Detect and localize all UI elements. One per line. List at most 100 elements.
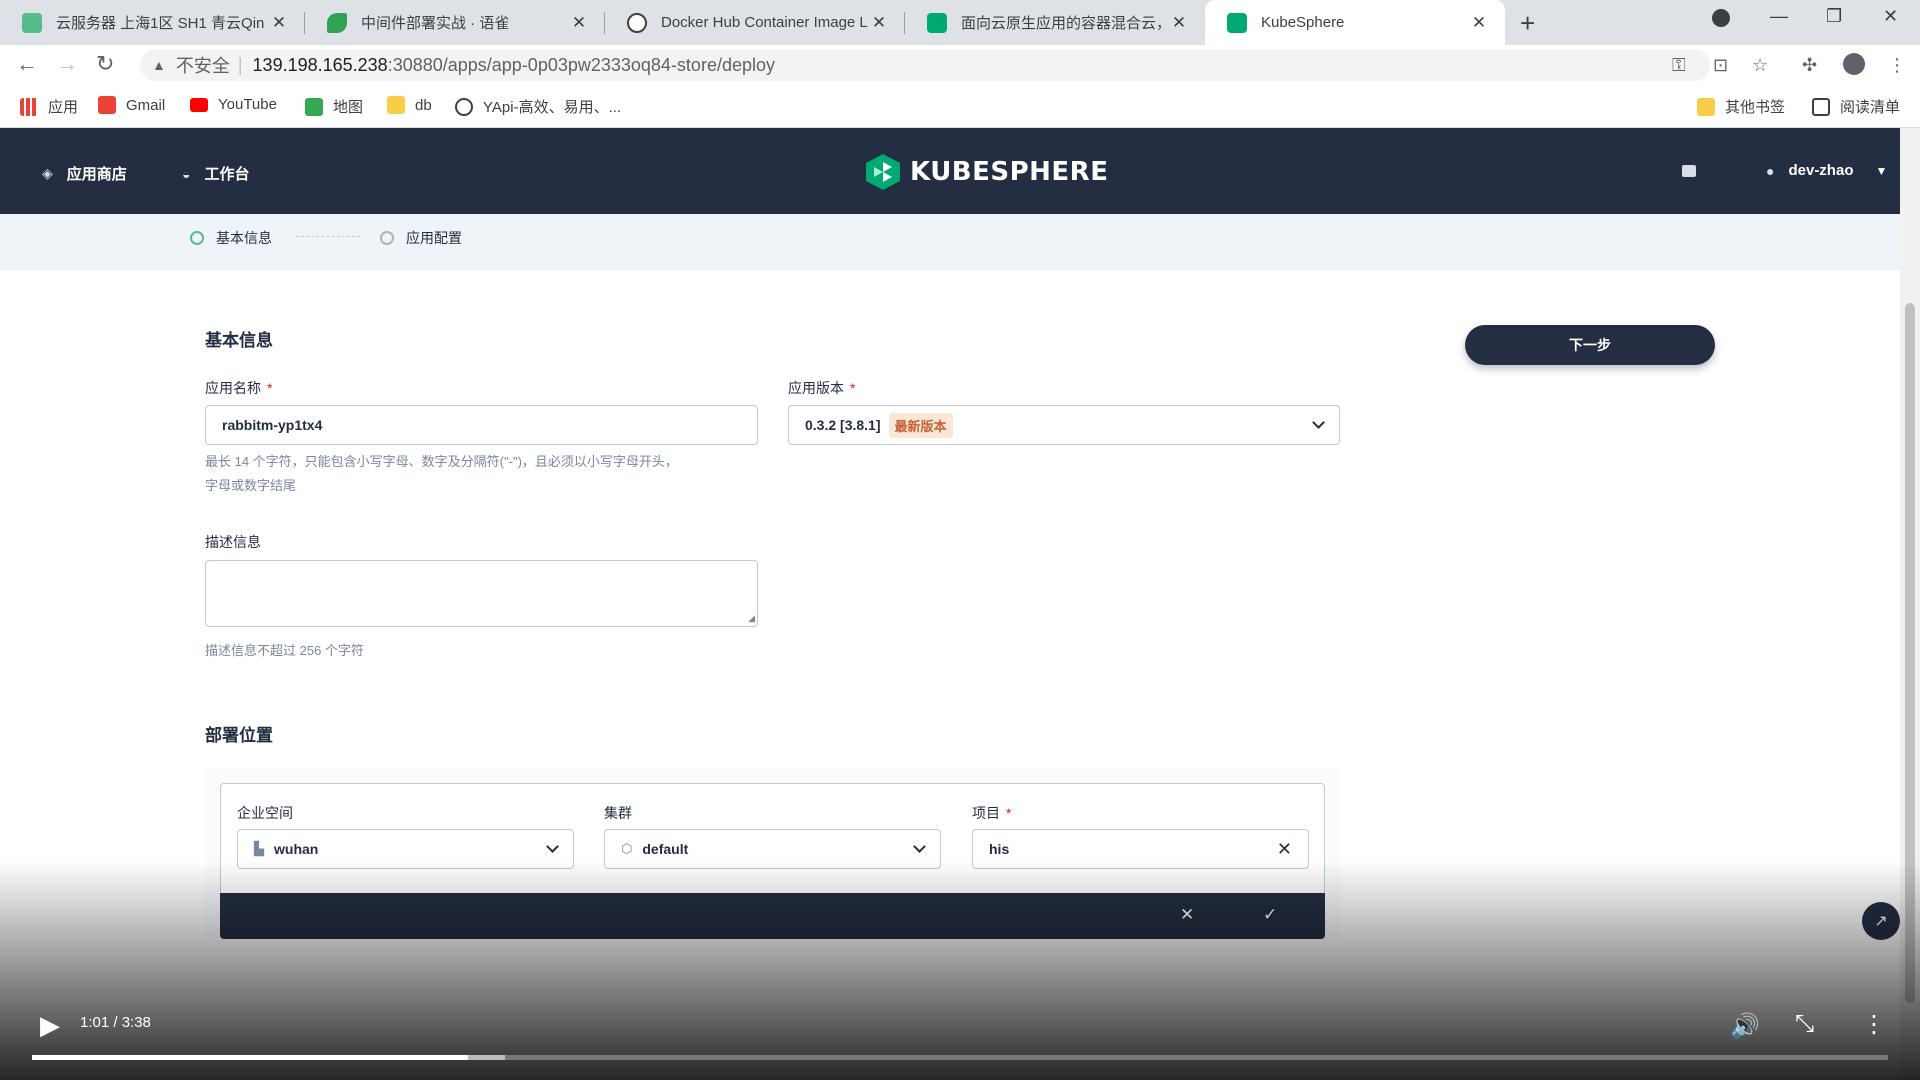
version-select[interactable]: 0.3.2 [3.8.1] 最新版本 <box>788 405 1340 445</box>
bookmark-gmail[interactable]: Gmail <box>98 96 165 114</box>
close-window-icon[interactable]: ✕ <box>1883 6 1898 27</box>
description-label: 描述信息 <box>205 534 261 550</box>
bookmark-youtube[interactable]: YouTube <box>190 96 277 113</box>
tab-title: KubeSphere <box>1261 14 1345 31</box>
browser-tab-4[interactable]: 面向云原生应用的容器混合云，支 ✕ <box>905 0 1205 45</box>
address-bar-row: ← → ↻ ▲ 不安全 | 139.198.165.238 :30880/app… <box>0 45 1920 85</box>
bookmark-yapi[interactable]: YApi-高效、易用、... <box>455 96 621 117</box>
user-avatar-icon: ● <box>1766 162 1775 179</box>
bookmark-star-icon[interactable]: ☆ <box>1752 55 1768 76</box>
exit-fullscreen-icon[interactable]: ⤡ <box>1795 1010 1814 1038</box>
description-textarea[interactable]: ◢ <box>205 560 758 627</box>
apps-grid-icon <box>20 97 38 116</box>
youtube-icon <box>190 97 208 112</box>
browser-tab-bar: 云服务器 上海1区 SH1 青云Qin ✕ 中间件部署实战 · 语雀 ✕ Doc… <box>0 0 1920 45</box>
back-icon[interactable]: ← <box>16 51 38 77</box>
latest-version-badge: 最新版本 <box>888 412 953 438</box>
kubesphere-favicon-icon <box>1227 12 1247 33</box>
browser-menu-icon[interactable]: ⋮ <box>1888 55 1906 76</box>
gmail-icon <box>98 96 116 114</box>
step-circle-icon <box>380 231 394 245</box>
docker-favicon-icon <box>627 12 647 33</box>
section-title-deploy-location: 部署位置 <box>205 726 273 745</box>
step-basic-info[interactable]: 基本信息 <box>190 228 272 248</box>
app-name-label: 应用名称 * <box>205 380 273 396</box>
reload-icon[interactable]: ↻ <box>96 51 114 77</box>
new-tab-icon[interactable]: + <box>1520 8 1535 39</box>
video-progress-bar[interactable] <box>32 1055 1888 1060</box>
restore-icon[interactable]: ❐ <box>1826 6 1842 27</box>
nav-app-store[interactable]: ◈ 应用商店 <box>42 163 127 184</box>
close-tab-icon[interactable]: ✕ <box>569 13 589 33</box>
nav-workbench[interactable]: ◒ 工作台 <box>182 163 249 184</box>
workspace-icon: ▙ <box>254 841 264 856</box>
maps-icon <box>305 97 323 116</box>
tab-title: 中间件部署实战 · 语雀 <box>361 15 510 32</box>
user-menu[interactable]: ● dev-zhao ▼ <box>1766 162 1887 179</box>
next-button[interactable]: 下一步 <box>1465 325 1715 365</box>
video-played <box>32 1055 469 1060</box>
folder-icon <box>1697 97 1715 116</box>
step-divider <box>296 236 360 237</box>
url-path: :30880/apps/app-0p03pw2333oq84-store/dep… <box>387 54 775 75</box>
close-tab-icon[interactable]: ✕ <box>869 13 889 33</box>
username: dev-zhao <box>1788 162 1854 179</box>
extensions-icon[interactable]: ✣ <box>1802 55 1817 76</box>
key-icon[interactable]: ⚿ <box>1672 55 1686 76</box>
logo-text: KUBESPHERE <box>910 157 1109 187</box>
bookmark-apps[interactable]: 应用 <box>20 96 78 117</box>
bookmark-maps[interactable]: 地图 <box>305 96 363 117</box>
tab-title: Docker Hub Container Image L <box>661 14 868 31</box>
bookmark-other[interactable]: 其他书签 <box>1697 96 1785 117</box>
url-field[interactable]: ▲ 不安全 | 139.198.165.238 :30880/apps/app-… <box>140 49 1710 81</box>
bookmark-db[interactable]: db <box>387 96 432 114</box>
cluster-label: 集群 <box>604 805 632 821</box>
profile-icon[interactable] <box>1843 53 1865 75</box>
caret-down-icon: ▼ <box>1875 163 1888 178</box>
app-name-input[interactable]: rabbitm-yp1tx4 <box>205 405 758 445</box>
close-tab-icon[interactable]: ✕ <box>1469 13 1489 33</box>
forward-icon[interactable]: → <box>56 51 78 77</box>
browser-tab-1[interactable]: 云服务器 上海1区 SH1 青云Qin ✕ <box>0 0 305 45</box>
warning-icon: ▲ <box>152 57 166 73</box>
kubesphere-logo-icon <box>866 154 900 190</box>
step-app-config[interactable]: 应用配置 <box>380 228 462 248</box>
dashboard-icon: ◒ <box>182 165 191 182</box>
yapi-icon <box>455 97 473 116</box>
kubesphere-favicon-icon <box>927 12 947 33</box>
kubesphere-logo[interactable]: KUBESPHERE <box>866 154 1108 190</box>
insecure-label: 不安全 <box>175 56 230 76</box>
step-circle-icon <box>190 231 204 245</box>
browser-tab-active[interactable]: KubeSphere ✕ <box>1205 0 1505 45</box>
bookmark-reading-list[interactable]: 阅读清单 <box>1812 96 1900 117</box>
cluster-icon: ⬡ <box>621 841 633 856</box>
document-icon[interactable] <box>1682 165 1696 177</box>
play-icon[interactable]: ▶ <box>40 1010 60 1041</box>
version-label: 应用版本 * <box>788 380 856 396</box>
resize-handle-icon[interactable]: ◢ <box>748 613 755 624</box>
tab-title: 面向云原生应用的容器混合云，支 <box>961 15 1169 32</box>
chevron-down-icon <box>913 840 926 853</box>
wizard-steps: 基本信息 应用配置 <box>0 214 1900 270</box>
video-time: 1:01 / 3:38 <box>80 1014 151 1031</box>
minimize-icon[interactable]: — <box>1770 6 1788 27</box>
translate-icon[interactable]: ⊡ <box>1713 55 1728 76</box>
qingcloud-favicon-icon <box>22 12 42 33</box>
browser-tab-2[interactable]: 中间件部署实战 · 语雀 ✕ <box>305 0 605 45</box>
browser-tab-3[interactable]: Docker Hub Container Image L ✕ <box>605 0 905 45</box>
workspace-label: 企业空间 <box>237 805 293 821</box>
description-hint: 描述信息不超过 256 个字符 <box>205 643 364 658</box>
tab-search-icon[interactable] <box>1712 9 1730 27</box>
url-host: 139.198.165.238 <box>252 54 388 75</box>
video-more-icon[interactable]: ⋮ <box>1862 1010 1886 1039</box>
volume-icon[interactable]: 🔊 <box>1730 1012 1760 1041</box>
close-tab-icon[interactable]: ✕ <box>269 13 289 33</box>
reading-list-icon <box>1812 97 1830 116</box>
tab-title: 云服务器 上海1区 SH1 青云Qin <box>56 15 265 32</box>
layers-icon: ◈ <box>42 165 53 181</box>
section-title-basic-info: 基本信息 <box>205 331 273 350</box>
close-tab-icon[interactable]: ✕ <box>1169 13 1189 33</box>
clear-icon[interactable]: ✕ <box>1277 839 1292 860</box>
folder-icon <box>387 96 405 114</box>
app-navbar: ◈ 应用商店 ◒ 工作台 KUBESPHERE ● dev-zhao ▼ <box>0 128 1900 214</box>
